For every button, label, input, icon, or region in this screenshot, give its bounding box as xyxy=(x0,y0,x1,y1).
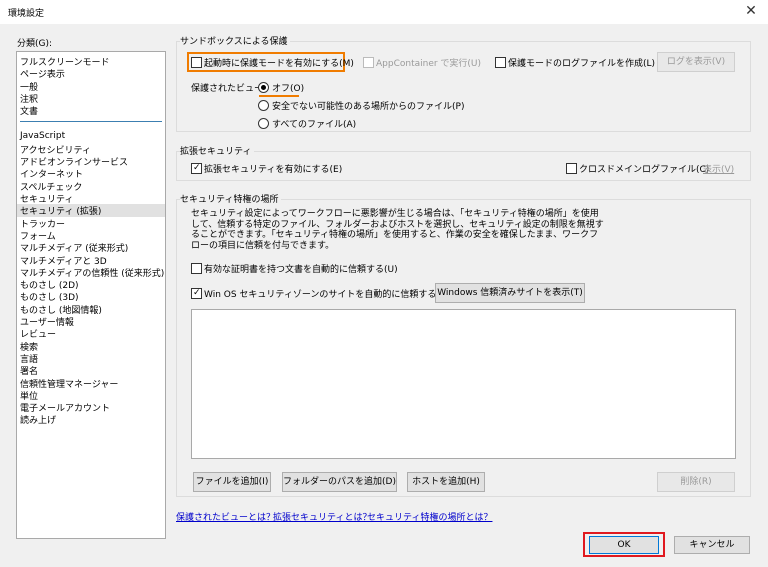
category-item[interactable]: 電子メールアカウント xyxy=(20,401,110,414)
underline-off-highlight xyxy=(259,95,299,97)
category-item[interactable]: ものさし (3D) xyxy=(20,290,79,303)
category-item[interactable]: ものさし (2D) xyxy=(20,278,79,291)
categories-listbox[interactable]: フルスクリーンモード ページ表示 一般 注釈 文書 JavaScript アクセシビリティア… xyxy=(16,51,166,539)
protected-mode-label[interactable]: 起動時に保護モードを有効にする(M) xyxy=(204,56,354,69)
category-item[interactable]: 署名 xyxy=(20,364,38,377)
window-title: 環境設定 xyxy=(8,9,45,19)
category-item[interactable]: セキュリティ (拡張) xyxy=(17,204,165,218)
privileged-desc-line-4: ローの項目に信頼を付与できます。 xyxy=(191,240,335,251)
radio-unsafe-label[interactable]: 安全でない可能性のある場所からのファイル(P) xyxy=(272,99,464,112)
category-item[interactable]: ものさし (地図情報) xyxy=(20,303,102,316)
enhanced-checkbox[interactable] xyxy=(191,163,202,174)
protected-view-help-link[interactable]: 保護されたビューとは？ xyxy=(176,510,275,523)
privileged-desc-line-3: ることができます。「セキュリティ特権の場所」を使用すると、作業の安全を確保したま… xyxy=(191,230,599,240)
protected-mode-checkbox[interactable] xyxy=(191,57,202,68)
category-separator xyxy=(20,120,162,122)
category-item[interactable]: フォーム xyxy=(20,229,56,242)
category-item[interactable]: 一般 xyxy=(20,80,38,93)
enhanced-group-title: 拡張セキュリティ xyxy=(180,144,255,157)
ok-button[interactable]: OK xyxy=(589,536,659,554)
enhanced-label[interactable]: 拡張セキュリティを有効にする(E) xyxy=(204,162,342,175)
category-item[interactable]: レビュー xyxy=(20,327,56,340)
trust-certified-checkbox[interactable] xyxy=(191,263,202,274)
show-windows-sites-button[interactable]: Windows 信頼済みサイトを表示(T) xyxy=(435,283,585,303)
enhanced-view-link[interactable]: 表示(V) xyxy=(703,162,734,175)
category-item[interactable]: インターネット xyxy=(20,167,83,180)
category-item[interactable]: マルチメディアと 3D xyxy=(20,254,107,267)
category-item[interactable]: 単位 xyxy=(20,389,38,402)
category-item[interactable]: アクセシビリティ xyxy=(20,143,91,156)
category-item[interactable]: フルスクリーンモード xyxy=(20,55,110,68)
privileged-desc-line-2: して、信頼する特定のファイル、フォルダーおよびホストを選択し、セキュリティ設定の… xyxy=(191,219,604,230)
category-item[interactable]: 言語 xyxy=(20,352,38,365)
trust-win-os-checkbox[interactable] xyxy=(191,288,202,299)
radio-unsafe[interactable] xyxy=(258,100,269,111)
category-item[interactable]: 読み上げ xyxy=(20,413,56,426)
cross-domain-label[interactable]: クロスドメインログファイル(C) xyxy=(579,162,709,175)
privileged-group-title: セキュリティ特権の場所 xyxy=(180,192,282,205)
category-item[interactable]: 文書 xyxy=(20,104,38,117)
category-item[interactable]: マルチメディアの信頼性 (従来形式) xyxy=(20,266,164,279)
category-item[interactable]: 信頼性管理マネージャー xyxy=(20,377,118,390)
add-host-button[interactable]: ホストを追加(H) xyxy=(407,472,485,492)
title-bar: 環境設定 ✕ xyxy=(0,0,768,24)
delete-button[interactable]: 削除(R) xyxy=(657,472,735,492)
radio-all-label[interactable]: すべてのファイル(A) xyxy=(272,117,356,130)
radio-off-label[interactable]: オフ(O) xyxy=(272,81,304,94)
close-icon[interactable]: ✕ xyxy=(742,2,760,20)
privileged-location-help-link[interactable]: セキュリティ特権の場所とは？ xyxy=(367,510,492,523)
appcontainer-checkbox[interactable] xyxy=(363,57,374,68)
cancel-button[interactable]: キャンセル xyxy=(674,536,750,554)
cross-domain-checkbox[interactable] xyxy=(566,163,577,174)
category-item[interactable]: スペルチェック xyxy=(20,180,82,193)
category-item[interactable]: ユーザー情報 xyxy=(20,315,74,328)
category-item[interactable]: セキュリティ xyxy=(20,192,73,205)
trust-win-os-label[interactable]: Win OS セキュリティゾーンのサイトを自動的に信頼する(S) xyxy=(204,287,449,300)
category-item[interactable]: マルチメディア (従来形式) xyxy=(20,241,128,254)
sandbox-group-title: サンドボックスによる保護 xyxy=(180,34,291,47)
category-item[interactable]: 検索 xyxy=(20,340,38,353)
category-item[interactable]: トラッカー xyxy=(20,217,65,230)
radio-all[interactable] xyxy=(258,118,269,129)
view-log-button[interactable]: ログを表示(V) xyxy=(657,52,735,72)
radio-off[interactable] xyxy=(258,82,269,93)
category-item[interactable]: 注釈 xyxy=(20,92,38,105)
privileged-description: セキュリティ設定によってワークフローに悪影響が生じる場合は、「セキュリティ特権の… xyxy=(191,209,741,251)
privileged-locations-list[interactable] xyxy=(191,309,736,459)
enhanced-security-help-link[interactable]: 拡張セキュリティとは？ xyxy=(273,510,371,523)
categories-label: 分類(G): xyxy=(17,39,53,49)
category-item[interactable]: ページ表示 xyxy=(20,67,65,80)
trust-certified-label[interactable]: 有効な証明書を持つ文書を自動的に信頼する(U) xyxy=(204,262,398,275)
appcontainer-label: AppContainer で実行(U) xyxy=(376,59,482,69)
category-item[interactable]: アドビオンラインサービス xyxy=(20,155,128,168)
create-log-label[interactable]: 保護モードのログファイルを作成(L) xyxy=(508,56,655,69)
add-folder-button[interactable]: フォルダーのパスを追加(D) xyxy=(282,472,397,492)
category-item[interactable]: JavaScript xyxy=(20,131,65,141)
create-log-checkbox[interactable] xyxy=(495,57,506,68)
add-file-button[interactable]: ファイルを追加(I) xyxy=(193,472,271,492)
privileged-desc-line-1: セキュリティ設定によってワークフローに悪影響が生じる場合は、「セキュリティ特権の… xyxy=(191,209,599,219)
